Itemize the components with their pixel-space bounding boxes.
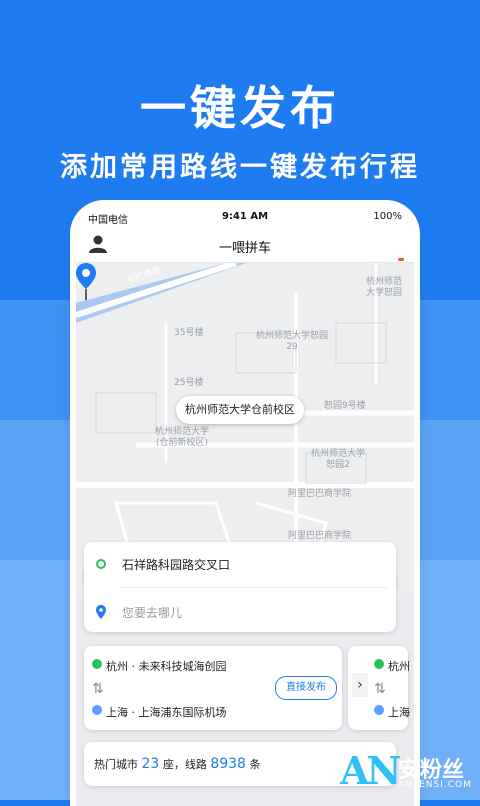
seat-count: 23 [141, 756, 160, 772]
map-label: 杭州师范大学(仓前新校区) [154, 427, 209, 448]
saved-trip-card[interactable]: 杭州 · 未来科技城海创园 ⇅ 直接发布 上海 · 上海浦东国际机场 [84, 646, 342, 730]
location-callout[interactable]: 杭州师范大学仓前校区 [176, 396, 304, 424]
trip-destination: 上海 · 上海浦东国际机场 [106, 706, 227, 719]
origin-icon [92, 659, 102, 669]
map-label: 杭州师范大学恕园 [365, 277, 402, 298]
map-label: 阿里巴巴商学院 [288, 489, 352, 499]
saved-trip-card[interactable]: › 杭州 ⇅ 上海 [348, 646, 410, 730]
nav-bar: 一喂拼车 [76, 228, 414, 263]
promo-headline: 一键发布 [140, 81, 340, 135]
origin-dot-icon [96, 559, 106, 569]
site-watermark: AN 安粉丝 ANFENSI.COM [340, 748, 480, 798]
map-label: 25号楼 [174, 378, 204, 388]
route-card: 石祥路科园路交叉口 您要去哪儿 [84, 542, 396, 632]
map-label: 阿里巴巴商学院 [288, 531, 352, 541]
map-pin-icon [76, 263, 96, 300]
divider [118, 587, 388, 588]
battery-label: 100% [373, 211, 402, 222]
destination-icon [92, 705, 102, 715]
swap-icon: ⇅ [374, 681, 386, 697]
watermark-domain: ANFENSI.COM [398, 780, 472, 790]
trip-origin: 杭州 · 未来科技城海创园 [106, 660, 227, 673]
publish-button[interactable]: 直接发布 [275, 676, 337, 700]
map-label: 杭州师范大学恕园2 [310, 449, 365, 470]
app-title: 一喂拼车 [218, 241, 271, 256]
hot-prefix: 热门城市 [94, 758, 138, 771]
watermark-logo: AN [340, 748, 401, 793]
map-label: 杭州师范大学恕园29 [255, 331, 328, 352]
promo-subline: 添加常用路线一键发布行程 [60, 152, 420, 183]
phone-frame: 中国电信 9:41 AM 100% 一喂拼车 余杭塘路 杭州师范大学恕园 35号… [76, 206, 414, 806]
origin-icon [374, 659, 384, 669]
seat-unit: 座，线路 [162, 758, 207, 771]
trip-destination: 上海 [388, 706, 410, 719]
destination-icon [374, 705, 384, 715]
clock: 9:41 AM [221, 211, 269, 222]
destination-pin-icon [96, 605, 106, 619]
hot-cities-text: 热门城市 23 座，线路 8938 条 [94, 756, 260, 772]
map-label: 35号楼 [174, 328, 204, 338]
origin-field[interactable]: 石祥路科园路交叉口 [122, 556, 230, 573]
destination-field[interactable]: 您要去哪儿 [122, 604, 182, 621]
notification-dot [398, 258, 404, 261]
swap-icon: ⇅ [92, 681, 104, 697]
route-count: 8938 [210, 756, 246, 772]
trip-origin: 杭州 [388, 660, 410, 673]
chevron-right-icon[interactable]: › [352, 673, 368, 697]
route-unit: 条 [249, 758, 261, 771]
map-label: 恕园9号楼 [324, 401, 366, 411]
status-bar: 中国电信 9:41 AM 100% [76, 206, 414, 228]
